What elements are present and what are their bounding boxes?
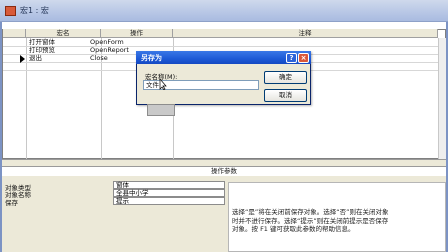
action-params-heading: 操作参数 xyxy=(2,167,446,176)
column-header-comment: 注释 xyxy=(173,29,438,38)
window-title: 宏1 : 宏 xyxy=(20,6,49,15)
column-header-macro-name: 宏名 xyxy=(26,29,101,38)
text-cursor-icon xyxy=(159,78,167,91)
row-macro-name[interactable]: 打开窗体 xyxy=(29,38,55,46)
row-action[interactable]: OpenReport xyxy=(90,46,129,54)
pane-separator[interactable] xyxy=(2,159,446,167)
param-value-object-type[interactable]: 窗体 xyxy=(113,181,225,189)
row-action[interactable]: OpenForm xyxy=(90,38,124,46)
close-icon[interactable]: × xyxy=(298,53,309,63)
column-header-action: 操作 xyxy=(101,29,173,38)
grid-vertical-scrollbar[interactable] xyxy=(438,38,446,159)
dialog-title: 另存为 xyxy=(141,54,162,62)
macro-window-icon xyxy=(5,6,16,16)
macro-window: 宏1 : 宏 宏名 操作 注释 打开窗体 OpenForm 打印预览 OpenR… xyxy=(0,0,448,252)
param-value-save[interactable]: 提示 xyxy=(113,197,225,205)
row-selector-arrow-icon[interactable] xyxy=(20,55,25,63)
drag-ghost-box xyxy=(147,104,175,116)
help-icon[interactable]: ? xyxy=(286,53,297,63)
param-label-save: 保存 xyxy=(5,199,18,207)
column-divider xyxy=(26,38,27,159)
window-titlebar[interactable]: 宏1 : 宏 xyxy=(0,0,448,22)
param-value-object-name[interactable]: 全县中小学 xyxy=(113,189,225,197)
dialog-titlebar[interactable]: 另存为 xyxy=(136,51,311,64)
cancel-button[interactable]: 取消 xyxy=(264,89,307,102)
row-macro-name[interactable]: 打印预览 xyxy=(29,46,55,54)
grid-corner xyxy=(3,29,26,38)
row-action[interactable]: Close xyxy=(90,54,108,62)
ok-button[interactable]: 确定 xyxy=(264,71,307,84)
row-macro-name[interactable]: 退出 xyxy=(29,54,42,62)
row-divider xyxy=(3,46,438,47)
param-help-text: 选择“是”将在关闭前保存对象。选择“否”则在关闭对象时并不进行保存。选择“提示”… xyxy=(232,208,389,233)
